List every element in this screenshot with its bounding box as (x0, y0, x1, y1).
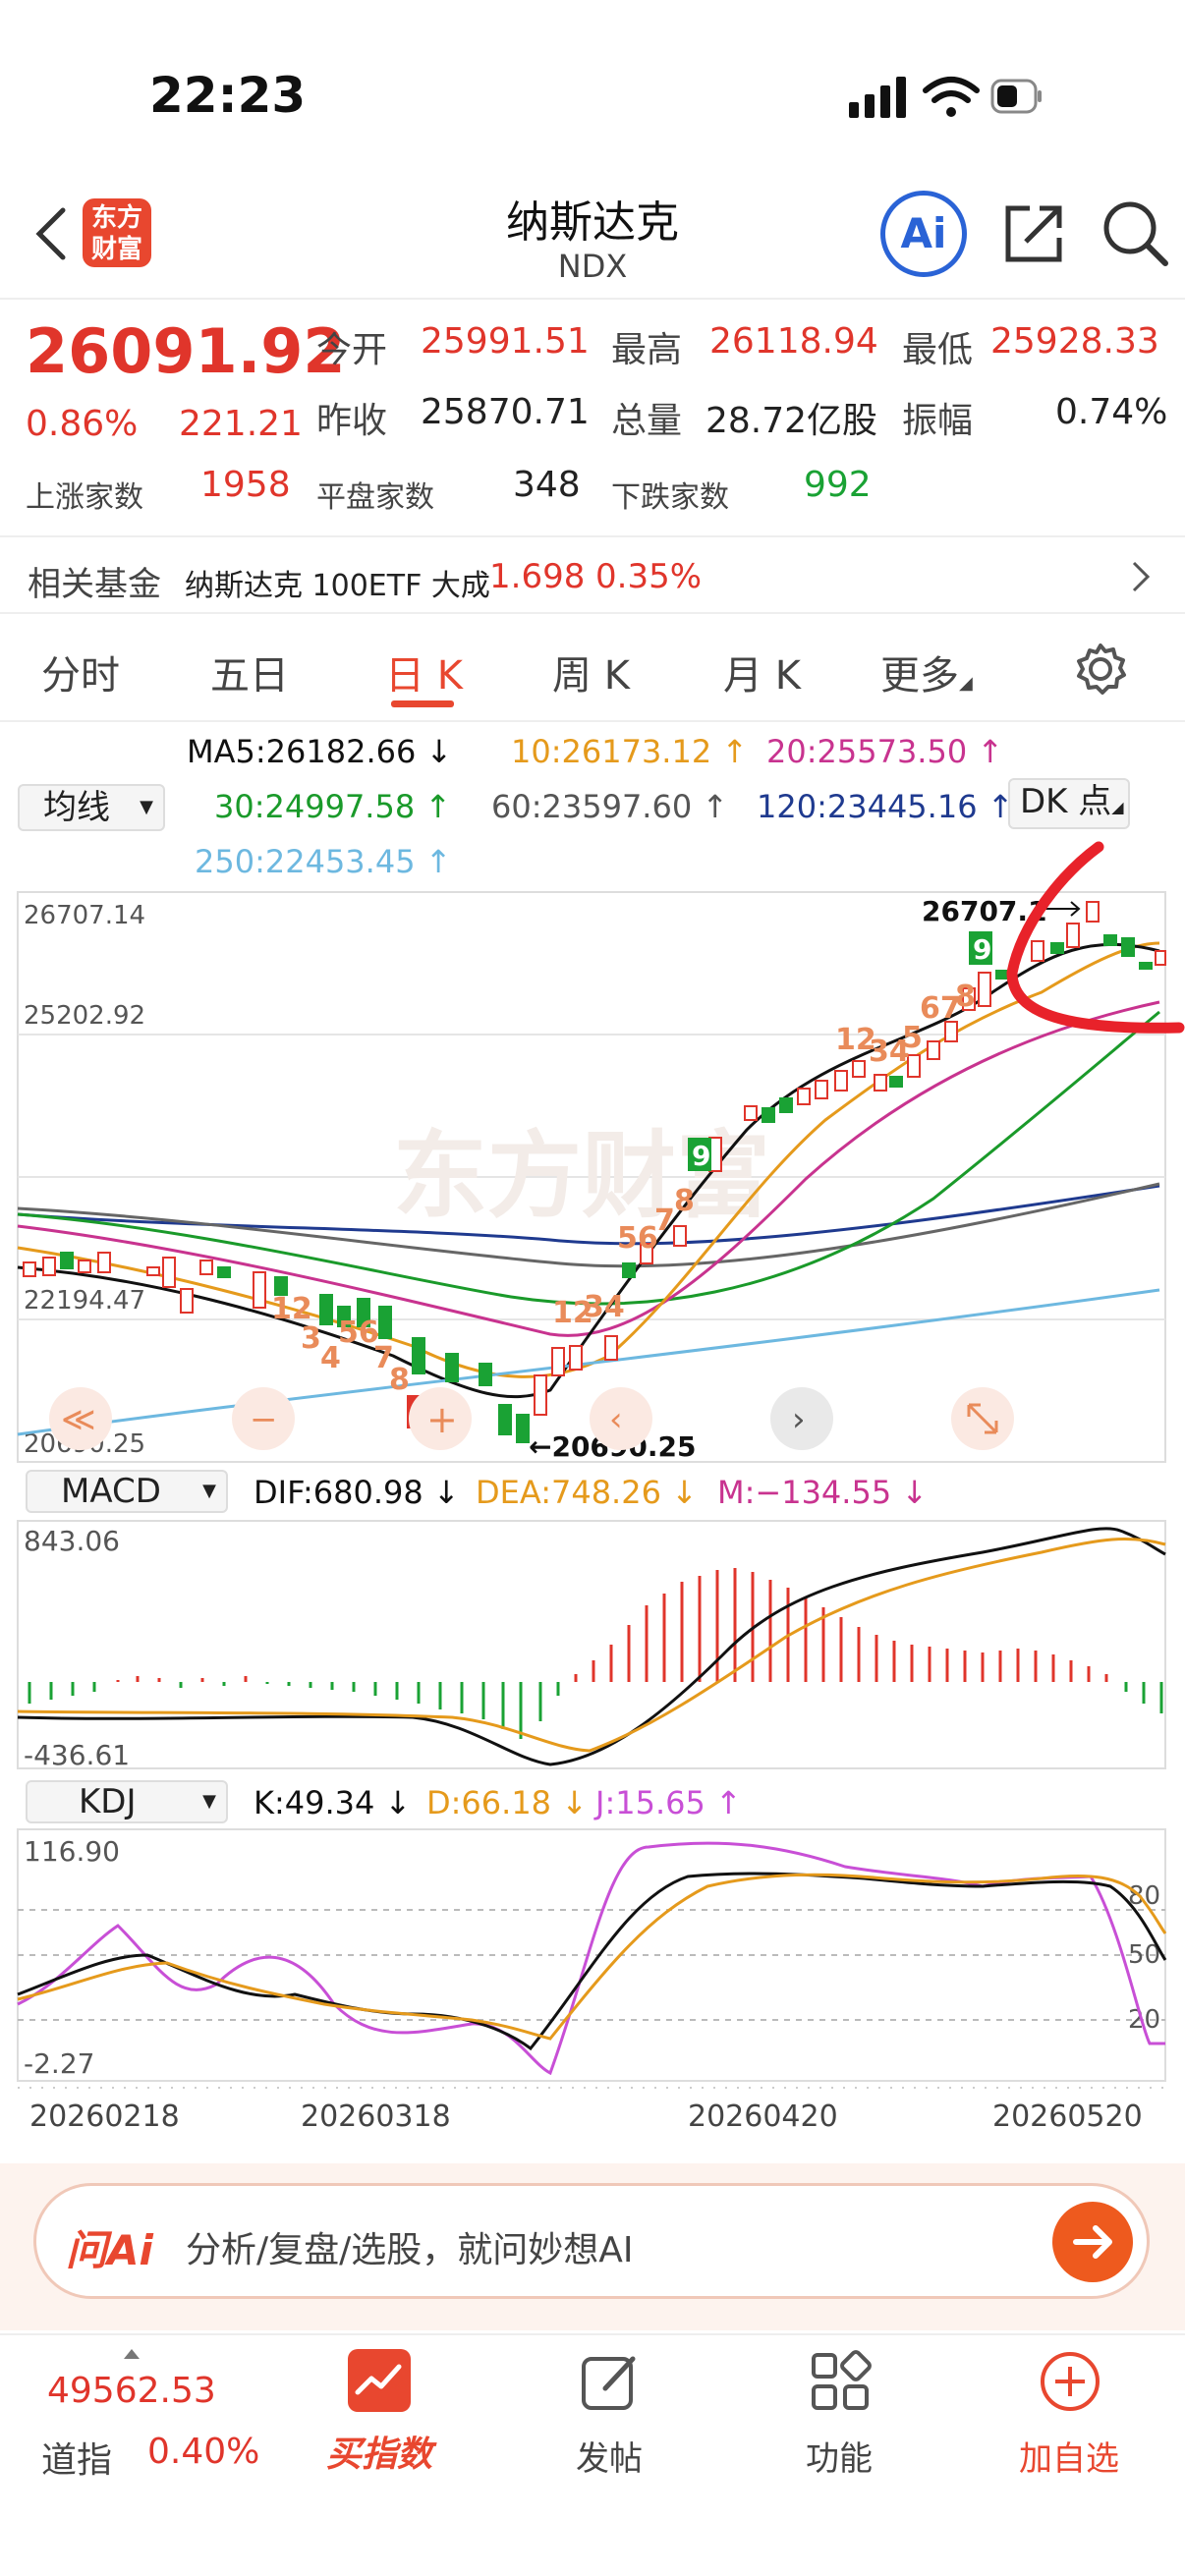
functions-grid-icon[interactable] (808, 2349, 873, 2414)
svg-text:8: 8 (389, 1363, 410, 1397)
svg-text:+: + (426, 1398, 458, 1441)
kline-chart-area: 东方财富 26707.14 25202.92 22194.47 20690.25 (17, 841, 1185, 2134)
kdj-y-top: 116.90 (24, 1835, 120, 1868)
svg-text:7: 7 (654, 1204, 675, 1238)
add-watchlist-icon[interactable] (1038, 2349, 1102, 2414)
dow-index-percent[interactable]: 0.40% (147, 2432, 259, 2472)
svg-text:›: › (792, 1400, 806, 1439)
kdj-y-bottom: -2.27 (24, 2047, 94, 2080)
kdj-selector-label: KDJ (79, 1782, 137, 1821)
svg-text:8: 8 (674, 1184, 695, 1218)
kdj-selector[interactable]: KDJ ▼ (26, 1780, 228, 1823)
kdj-frame (17, 1828, 1166, 2082)
post-label[interactable]: 发帖 (511, 2432, 707, 2480)
caret-up-icon (124, 2349, 140, 2359)
svg-text:34: 34 (584, 1290, 625, 1324)
dow-index-value[interactable]: 49562.53 (47, 2371, 216, 2411)
kdj-d-value: D:66.18 ↓ (426, 1784, 589, 1821)
y-axis-mid: 25202.92 (24, 1001, 145, 1031)
add-watchlist-label[interactable]: 加自选 (971, 2432, 1167, 2480)
buy-index-label[interactable]: 买指数 (281, 2426, 478, 2477)
y-axis-top: 26707.14 (24, 901, 145, 930)
macd-frame (17, 1520, 1166, 1769)
functions-label[interactable]: 功能 (741, 2432, 937, 2480)
ai-send-button[interactable] (1052, 2202, 1133, 2282)
svg-text:3: 3 (301, 1321, 321, 1356)
kdj-j-line (17, 1841, 1165, 2076)
svg-text:≪: ≪ (61, 1400, 96, 1439)
kdj-d-line (17, 1873, 1167, 2041)
compose-post-icon[interactable] (578, 2349, 643, 2414)
kdj-k-value: K:49.34 ↓ (254, 1784, 412, 1821)
svg-text:56: 56 (617, 1221, 658, 1256)
hand-drawn-annotation (1006, 841, 1185, 1034)
y-axis-low: 22194.47 (24, 1286, 145, 1316)
svg-text:−: − (250, 1400, 278, 1439)
arrow-right-icon (1073, 2225, 1112, 2259)
ai-assistant-input[interactable]: 问Ai 分析/复盘/选股，就问妙想AI (33, 2183, 1150, 2299)
svg-text:8: 8 (955, 980, 976, 1014)
buy-index-icon[interactable] (348, 2349, 411, 2412)
date-label-4: 20260520 (992, 2100, 1143, 2134)
macd-selector-label: MACD (61, 1472, 161, 1511)
date-label-3: 20260420 (688, 2100, 838, 2134)
macd-y-bottom: -436.61 (24, 1739, 130, 1771)
macd-dif-value: DIF:680.98 ↓ (254, 1474, 460, 1511)
dropdown-arrow-icon: ▼ (202, 1481, 216, 1501)
kdj-j-value: J:15.65 ↑ (595, 1784, 742, 1821)
ai-logo: 问Ai (66, 2226, 153, 2274)
date-label-1: 20260218 (29, 2100, 180, 2134)
macd-y-top: 843.06 (24, 1525, 120, 1557)
macd-dea-value: DEA:748.26 ↓ (476, 1474, 698, 1511)
bottom-tab-bar: 49562.53 道指 0.40% 买指数 发帖 功能 加自选 (0, 2333, 1185, 2576)
dow-index-name[interactable]: 道指 (41, 2432, 112, 2483)
svg-text:9: 9 (973, 933, 991, 966)
date-label-2: 20260318 (301, 2100, 451, 2134)
svg-text:‹: ‹ (609, 1400, 623, 1439)
ai-input-placeholder: 分析/复盘/选股，就问妙想AI (186, 2230, 634, 2270)
macd-m-value: M:−134.55 ↓ (717, 1474, 929, 1511)
svg-text:5: 5 (902, 1021, 923, 1055)
dropdown-arrow-icon: ▼ (202, 1791, 216, 1812)
svg-text:9: 9 (692, 1140, 710, 1172)
macd-selector[interactable]: MACD ▼ (26, 1470, 228, 1513)
kdj-k-line (17, 1872, 1167, 2051)
